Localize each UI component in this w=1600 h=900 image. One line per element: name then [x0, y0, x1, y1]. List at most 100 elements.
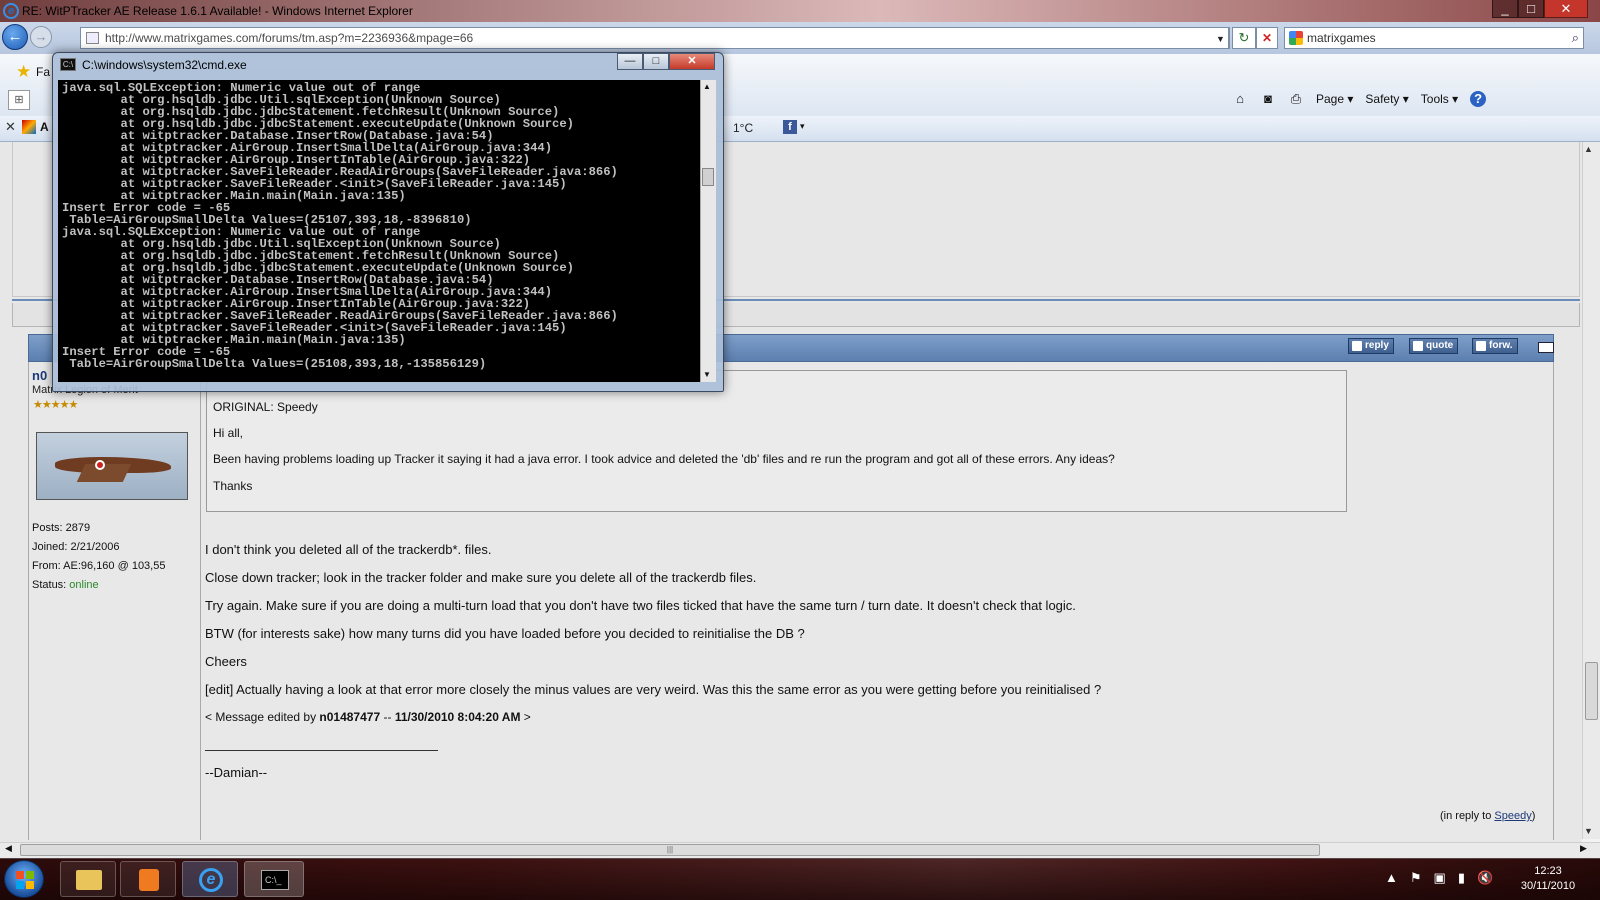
window-title: RE: WitPTracker AE Release 1.6.1 Availab…: [22, 4, 413, 18]
network-icon[interactable]: ▮: [1458, 870, 1465, 886]
windows-logo-icon: [16, 871, 24, 879]
search-icon[interactable]: ⌕: [1572, 28, 1579, 48]
in-reply-to-link[interactable]: Speedy: [1494, 810, 1531, 822]
favorites-button[interactable]: Fa: [36, 65, 50, 79]
weather-temperature[interactable]: 1°C: [733, 121, 753, 135]
vertical-scrollbar[interactable]: [1582, 142, 1600, 839]
forward-post-button[interactable]: forw.: [1472, 338, 1518, 354]
forward-icon: [1476, 341, 1486, 351]
minimize-button[interactable]: _: [1492, 0, 1518, 18]
taskbar-cmd[interactable]: C:\_: [244, 861, 304, 897]
stop-button[interactable]: ✕: [1256, 27, 1278, 49]
roundel-center: [97, 462, 103, 468]
address-text: http://www.matrixgames.com/forums/tm.asp…: [105, 31, 474, 45]
cmd-maximize-button[interactable]: □: [643, 53, 669, 70]
volume-muted-icon[interactable]: 🔇: [1477, 870, 1493, 886]
scroll-up-icon[interactable]: ▲: [1584, 144, 1593, 154]
author-name[interactable]: n0: [32, 368, 47, 383]
edited-date: 11/30/2010 8:04:20 AM: [394, 710, 521, 724]
quote-icon: [1413, 341, 1423, 351]
page-menu[interactable]: Page ▾: [1316, 92, 1353, 106]
help-icon[interactable]: ?: [1470, 91, 1487, 107]
quick-tabs-icon[interactable]: ⊞: [8, 90, 30, 110]
windows-logo-part: [26, 881, 34, 889]
scroll-left-icon[interactable]: ◀: [5, 843, 12, 854]
search-input[interactable]: matrixgames ⌕: [1284, 27, 1584, 49]
toolbar-site-label[interactable]: A: [40, 120, 49, 134]
cmd-console[interactable]: java.sql.SQLException: Numeric value out…: [58, 80, 700, 382]
start-button[interactable]: [4, 860, 44, 898]
cmd-scroll-down-icon[interactable]: ▼: [703, 370, 711, 379]
maximize-button[interactable]: □: [1518, 0, 1544, 18]
ie-logo-icon: e: [3, 3, 19, 19]
vertical-scroll-thumb[interactable]: [1585, 662, 1598, 720]
facebook-icon[interactable]: f: [783, 120, 797, 134]
cmd-scrollbar[interactable]: [700, 80, 716, 382]
tray-overflow-icon[interactable]: ▲: [1385, 870, 1398, 886]
horizontal-scroll-thumb[interactable]: |||: [20, 844, 1320, 856]
close-button[interactable]: ✕: [1544, 0, 1588, 18]
cmd-scroll-thumb[interactable]: [702, 168, 714, 186]
toolbar-close-icon[interactable]: ✕: [5, 119, 16, 135]
tools-menu[interactable]: Tools ▾: [1421, 92, 1458, 106]
favorites-star-icon[interactable]: ★: [16, 62, 31, 82]
email-icon[interactable]: [1538, 342, 1554, 353]
rank-stars-icon: ★★★★★: [33, 399, 78, 411]
reply-icon: [1352, 341, 1362, 351]
signature-divider: [205, 750, 438, 751]
quote-body: Been having problems loading up Tracker …: [213, 452, 1115, 466]
clock-time: 12:23: [1534, 865, 1562, 877]
back-button[interactable]: ←: [2, 24, 28, 50]
page-icon: [86, 32, 99, 44]
system-tray: ▲ ⚑ ▣ ▮ 🔇: [1385, 870, 1493, 886]
scroll-down-icon[interactable]: ▼: [1584, 826, 1593, 836]
cmd-scroll-up-icon[interactable]: ▲: [703, 82, 711, 91]
quote-greeting: Hi all,: [213, 426, 244, 440]
quote-button[interactable]: quote: [1409, 338, 1459, 354]
scroll-right-icon[interactable]: ▶: [1580, 843, 1587, 854]
author-posts: Posts: 2879: [32, 522, 91, 534]
post-paragraph: I don't think you deleted all of the tra…: [205, 542, 492, 557]
safety-menu[interactable]: Safety ▾: [1365, 92, 1408, 106]
forward-button[interactable]: →: [30, 26, 52, 48]
ie-icon: e: [199, 868, 223, 892]
reply-button[interactable]: reply: [1348, 338, 1394, 354]
cmd-title-bar[interactable]: C:\ C:\windows\system32\cmd.exe: [60, 57, 247, 73]
search-value: matrixgames: [1307, 31, 1376, 45]
media-player-icon: [139, 869, 159, 891]
facebook-dropdown-icon[interactable]: ▾: [800, 121, 805, 132]
post-paragraph: Cheers: [205, 654, 247, 669]
cmd-icon: C:\: [60, 58, 76, 71]
windows-logo-part: [26, 871, 34, 879]
refresh-button[interactable]: ↻: [1232, 27, 1256, 49]
window-title-bar[interactable]: e RE: WitPTracker AE Release 1.6.1 Avail…: [0, 0, 1600, 22]
print-icon[interactable]: ⎙: [1288, 91, 1304, 107]
windows-logo-part: [16, 881, 24, 889]
quote-original: ORIGINAL: Speedy: [213, 400, 318, 414]
avatar: [36, 432, 188, 500]
author-status: Status: online: [32, 579, 99, 591]
home-icon[interactable]: ⌂: [1232, 91, 1248, 107]
device-icon[interactable]: ▣: [1434, 870, 1446, 886]
google-icon: [1289, 31, 1303, 45]
taskbar-internet-explorer[interactable]: e: [182, 861, 238, 897]
address-bar[interactable]: http://www.matrixgames.com/forums/tm.asp…: [80, 27, 1230, 49]
cmd-close-button[interactable]: ✕: [669, 53, 715, 70]
console-line: Table=AirGroupSmallDelta Values=(25108,3…: [62, 357, 487, 371]
toolbar-logo-icon: [22, 120, 36, 134]
action-center-flag-icon[interactable]: ⚑: [1410, 870, 1422, 886]
console-output: java.sql.SQLException: Numeric value out…: [62, 82, 692, 370]
taskbar-media-player[interactable]: [120, 861, 176, 897]
feeds-icon[interactable]: ◙: [1260, 91, 1276, 107]
post-paragraph: Try again. Make sure if you are doing a …: [205, 598, 1076, 613]
address-dropdown-button[interactable]: ▼: [1213, 27, 1229, 49]
edited-note: < Message edited by n01487477 -- 11/30/2…: [205, 710, 531, 724]
in-reply-to: (in reply to Speedy): [1440, 810, 1536, 822]
signature: --Damian--: [205, 765, 268, 780]
cmd-minimize-button[interactable]: —: [617, 53, 643, 70]
command-toolbar: ⌂ ◙ ⎙ Page ▾ Safety ▾ Tools ▾ ?: [1232, 88, 1487, 110]
author-joined: Joined: 2/21/2006: [32, 541, 120, 553]
clock[interactable]: 12:23 30/11/2010: [1508, 864, 1588, 894]
quote-thanks: Thanks: [213, 479, 253, 493]
taskbar-explorer[interactable]: [60, 861, 116, 897]
